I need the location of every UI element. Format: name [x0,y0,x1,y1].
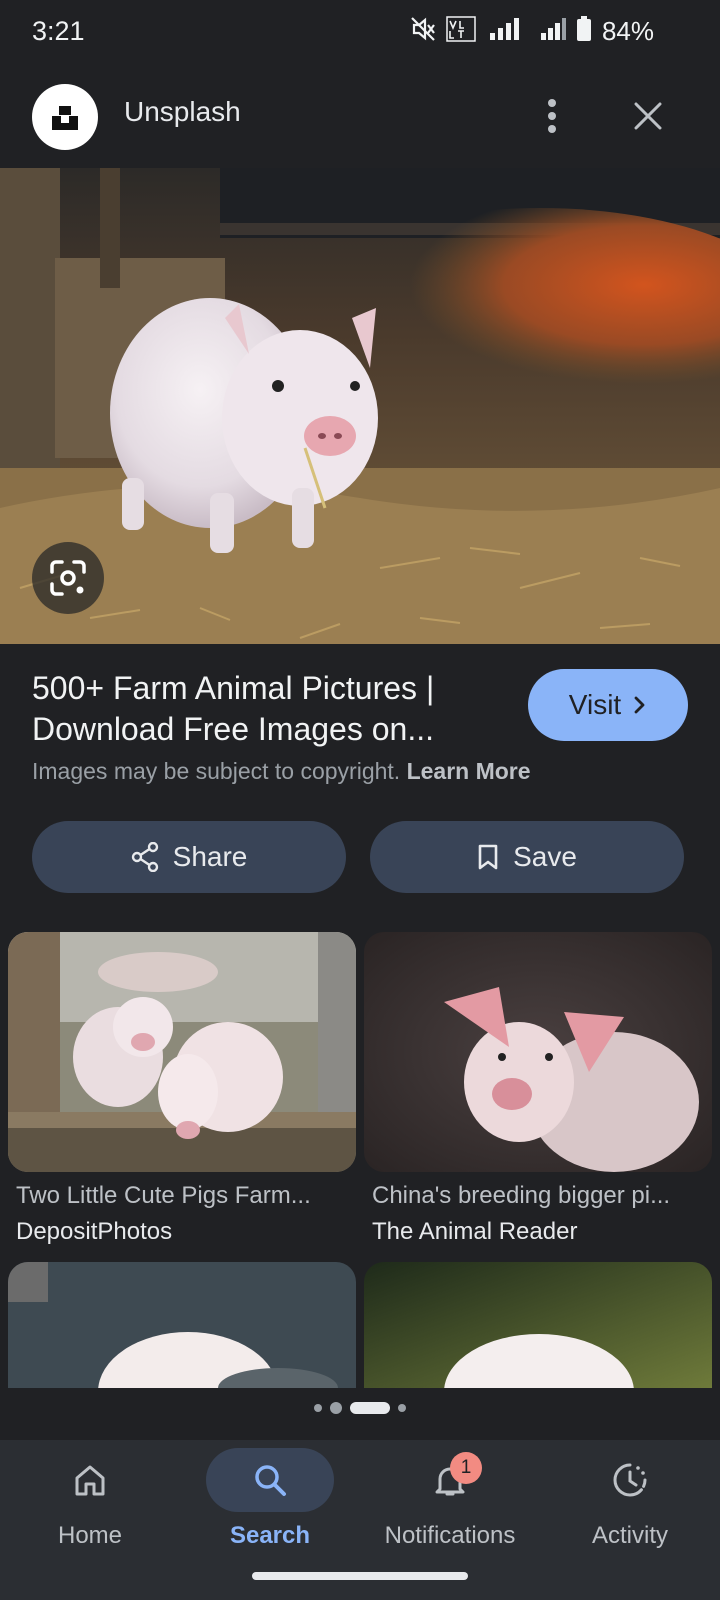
nav-notifications-icon-wrap [386,1448,514,1512]
nav-search-label: Search [229,1522,311,1549]
close-icon [634,102,662,130]
nav-home[interactable]: Home [0,1448,180,1558]
related-result-card[interactable]: China's breeding bigger pi... The Animal… [364,932,712,1246]
page-indicator [0,1402,720,1414]
related-image-partial[interactable] [364,1262,712,1388]
save-label: Save [513,841,577,872]
related-image [8,932,356,1172]
learn-more-link[interactable]: Learn More [407,758,531,784]
status-icons: 84% [410,16,654,47]
related-source: DepositPhotos [16,1218,173,1245]
status-time: 3:21 [32,16,85,46]
pig-portrait-photo [364,932,712,1172]
share-icon [131,842,158,872]
home-icon [75,1465,105,1496]
site-name[interactable]: Unsplash [124,96,241,128]
pig-partial-photo [8,1262,356,1388]
visit-button[interactable]: Visit [528,669,688,741]
copyright-text: Images may be subject to copyright. [32,758,401,784]
viewer-header [0,66,720,168]
battery-icon [576,16,592,47]
two-pigs-photo [8,932,356,1172]
nav-activity-label: Activity [591,1522,668,1549]
nav-notifications-label: Notifications [384,1522,516,1549]
nav-home-icon-wrap [26,1448,154,1512]
bookmark-icon [478,844,498,870]
chevron-right-icon [634,696,645,714]
more-options-button[interactable] [530,94,574,138]
nav-search[interactable]: Search [180,1448,360,1558]
lens-search-button[interactable] [32,542,104,614]
copyright-notice: Images may be subject to copyright. Lear… [32,758,531,785]
page-dot [314,1404,322,1412]
activity-icon [613,1463,647,1497]
lens-icon [50,560,86,596]
volte-icon [446,16,476,47]
main-image[interactable] [0,168,720,644]
related-caption: China's breeding bigger pi... [372,1182,671,1209]
pig-partial-photo [364,1262,712,1388]
more-vert-icon [548,99,556,133]
related-image-partial[interactable] [8,1262,356,1388]
share-button[interactable]: Share [32,821,346,893]
share-label: Share [172,841,248,872]
save-button[interactable]: Save [370,821,684,893]
page-dot [398,1404,406,1412]
nav-activity-icon-wrap [566,1448,694,1512]
nav-home-label: Home [57,1522,123,1549]
signal-icon [486,17,530,46]
search-icon [255,1465,286,1496]
notification-badge: 1 [450,1452,482,1484]
signal-icon [540,17,566,46]
close-button[interactable] [626,94,670,138]
related-result-card[interactable]: Two Little Cute Pigs Farm... DepositPhot… [8,932,356,1246]
unsplash-logo-icon [52,106,78,130]
page-dot-active [350,1402,390,1414]
mute-icon [410,16,436,47]
related-source: The Animal Reader [372,1218,578,1245]
related-caption: Two Little Cute Pigs Farm... [16,1182,311,1209]
battery-percent: 84% [601,16,654,46]
visit-label: Visit [568,689,622,720]
nav-activity[interactable]: Activity [540,1448,720,1558]
related-image [364,932,712,1172]
nav-search-icon-wrap [206,1448,334,1512]
gesture-handle[interactable] [252,1572,468,1580]
result-title[interactable]: 500+ Farm Animal Pictures | Download Fre… [32,668,502,750]
page-dot [330,1402,342,1414]
pig-photo [0,168,720,644]
site-logo[interactable] [32,84,98,150]
